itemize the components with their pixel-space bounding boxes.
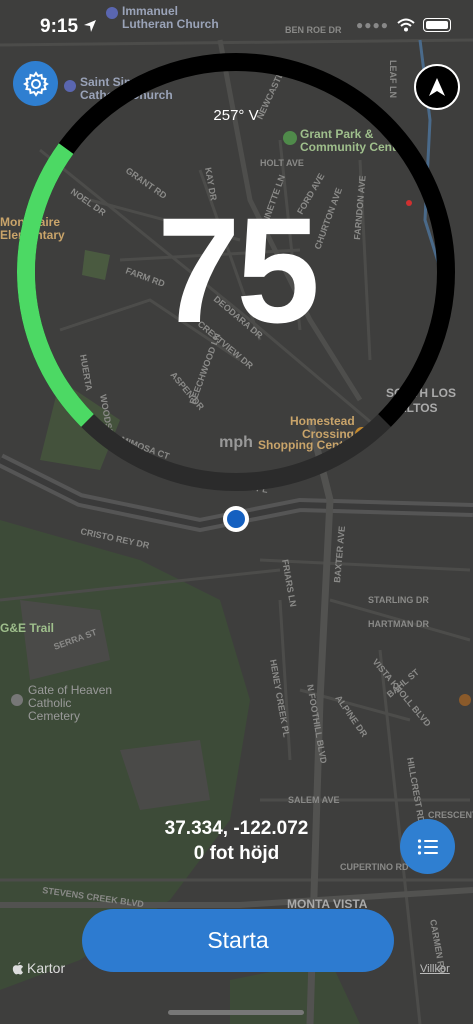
coordinates-readout: 37.334, -122.072 [164,818,309,839]
start-button[interactable]: Starta [82,909,394,972]
apple-logo-icon [12,962,23,975]
maps-attribution: Kartor [12,960,65,976]
settings-button[interactable] [13,61,58,106]
start-button-label: Starta [207,927,269,953]
navigation-button[interactable] [414,64,460,110]
list-icon [417,838,438,855]
map-label-gate-catholic: Catholic [28,696,71,710]
map-label-ge-trail: G&E Trail [0,621,54,635]
home-indicator [168,1010,304,1015]
legal-link[interactable]: Villkor [420,963,450,975]
maps-credit-label: Kartor [27,960,66,976]
speed-unit: mph [219,434,253,451]
map-label-cemetery: Cemetery [28,709,80,723]
map-label-hartman: HARTMAN DR [368,619,429,629]
heading-readout: 257° V [213,107,259,124]
map-label-gate-of-heaven: Gate of Heaven [28,683,112,697]
map-label-salem: SALEM AVE [288,795,340,805]
altitude-readout: 0 fot höjd [193,843,280,864]
poi-pin-icon[interactable] [459,694,471,706]
gauge-speed-arc [17,143,94,427]
map-label-starling: STARLING DR [368,595,429,605]
speed-value: 75 [157,186,320,354]
list-button[interactable] [400,819,455,874]
navigation-arrow-icon [429,78,445,96]
map-label-crescent: CRESCENT RD [428,810,473,820]
gear-icon [22,70,49,97]
cemetery-pin-icon[interactable] [11,694,23,706]
